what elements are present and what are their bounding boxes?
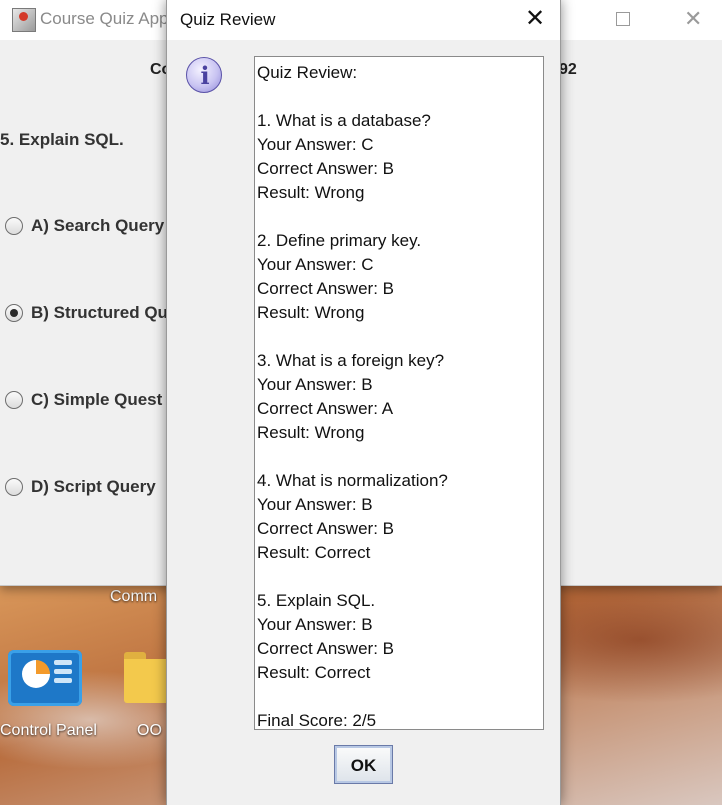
ok-button[interactable]: OK [334, 745, 393, 784]
review-line: 5. Explain SQL. [257, 591, 376, 610]
review-line: Correct Answer: A [257, 399, 394, 418]
review-line: Result: Wrong [257, 303, 365, 322]
review-line [257, 205, 541, 229]
folder-icon[interactable] [124, 652, 172, 704]
review-line: Result: Wrong [257, 183, 365, 202]
review-line [257, 85, 541, 109]
info-icon: i [186, 57, 222, 93]
option-b-label[interactable]: B) Structured Qu [31, 303, 168, 323]
dialog-title-bar[interactable]: Quiz Review ✕ [167, 0, 560, 40]
question-text: 5. Explain SQL. [0, 130, 124, 149]
review-line [257, 565, 541, 589]
review-line: Your Answer: B [257, 495, 373, 514]
radio-button-c[interactable] [5, 391, 23, 409]
main-close-button[interactable]: ✕ [684, 6, 702, 32]
review-line: Correct Answer: B [257, 639, 394, 658]
header-right-text: 92 [559, 61, 577, 78]
control-panel-icon[interactable] [8, 650, 82, 706]
review-line [257, 445, 541, 469]
review-line: 3. What is a foreign key? [257, 351, 445, 370]
folder-label[interactable]: OO [137, 722, 162, 740]
review-line: Result: Correct [257, 663, 371, 682]
java-app-icon [12, 8, 36, 32]
review-line [257, 685, 541, 709]
review-line: Your Answer: B [257, 615, 373, 634]
review-line: Your Answer: C [257, 135, 374, 154]
control-panel-label[interactable]: Control Panel [0, 722, 97, 740]
desktop-partial-label: Comm [110, 588, 158, 605]
option-c-label[interactable]: C) Simple Quest [31, 390, 162, 410]
review-line: 1. What is a database? [257, 111, 431, 130]
radio-button-a[interactable] [5, 217, 23, 235]
review-text-area[interactable]: Quiz Review: 1. What is a database? Your A… [254, 56, 544, 730]
dialog-title: Quiz Review [180, 10, 276, 29]
quiz-review-dialog: Quiz Review ✕ i Quiz Review: 1. What is a… [166, 0, 561, 805]
pie-chart-icon [22, 660, 50, 688]
main-window-title: Course Quiz App [40, 9, 169, 28]
review-line: 2. Define primary key. [257, 231, 422, 250]
option-a-label[interactable]: A) Search Query [31, 216, 164, 236]
dialog-close-button[interactable]: ✕ [525, 4, 545, 33]
review-line: Result: Wrong [257, 423, 365, 442]
review-line: Your Answer: C [257, 255, 374, 274]
option-d-label[interactable]: D) Script Query [31, 477, 156, 497]
review-line: Correct Answer: B [257, 159, 394, 178]
radio-button-d[interactable] [5, 478, 23, 496]
maximize-button[interactable] [616, 12, 630, 26]
review-line: Final Score: 2/5 [257, 711, 377, 730]
radio-button-b[interactable] [5, 304, 23, 322]
review-line: Your Answer: B [257, 375, 373, 394]
review-line: Correct Answer: B [257, 519, 394, 538]
review-line: Result: Correct [257, 543, 371, 562]
review-line: 4. What is normalization? [257, 471, 448, 490]
review-line [257, 325, 541, 349]
review-line: Correct Answer: B [257, 279, 394, 298]
review-line: Quiz Review: [257, 63, 358, 82]
